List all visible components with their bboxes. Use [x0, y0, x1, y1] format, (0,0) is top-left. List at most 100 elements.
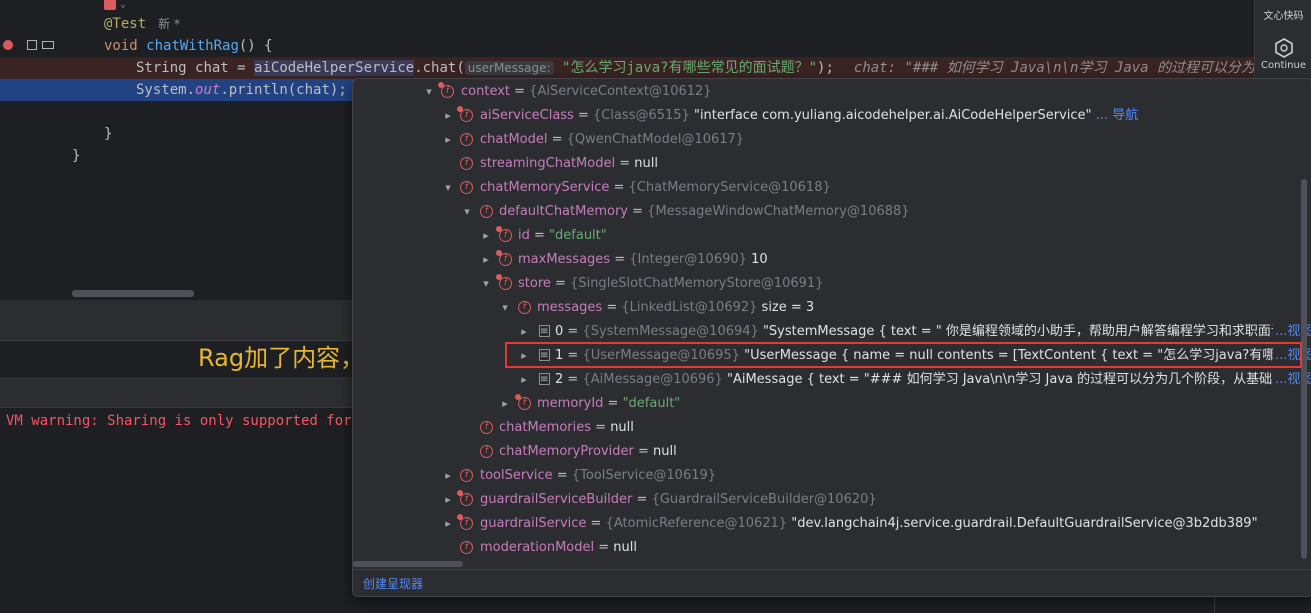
out-field: out [195, 82, 221, 98]
node-value: 10 [751, 252, 768, 267]
chevron-right-icon[interactable]: ▸ [442, 104, 454, 128]
var-chat: chat [195, 60, 229, 76]
node-name: chatMemoryService [480, 180, 610, 195]
list-element-icon: ≡ [539, 373, 550, 385]
node-ref: {SystemMessage@10694} [582, 324, 759, 339]
field-icon: f [518, 301, 531, 314]
node-name: chatMemoryProvider [499, 444, 634, 459]
node-name: moderationModel [480, 540, 595, 555]
chevron-right-icon[interactable]: ▸ [480, 248, 492, 272]
create-renderer-link[interactable]: 创建呈现器 [363, 575, 423, 592]
vm-warning-text: VM warning: Sharing is only supported fo… [6, 413, 369, 429]
field-icon: f [496, 226, 512, 242]
chevron-down-icon[interactable]: ▾ [480, 272, 492, 296]
debug-value-popup[interactable]: ▾ f context = {AiServiceContext@10612} ▸… [352, 78, 1311, 597]
highlight-box [505, 342, 1302, 368]
void-keyword: void [104, 38, 138, 54]
string-type: String [136, 60, 187, 76]
param-hint: userMessage: [464, 61, 554, 75]
field-icon: f [457, 490, 473, 506]
continue-icon [1274, 38, 1293, 58]
field-icon: f [460, 469, 473, 482]
node-name: toolService [480, 468, 553, 483]
node-ref: {Integer@10690} [629, 252, 747, 267]
node-name: chatMemories [499, 420, 592, 435]
chevron-down-icon[interactable]: ▾ [461, 200, 473, 224]
node-value: "AiMessage { text = "### 如何学习 Java\n\n学习… [726, 372, 1311, 387]
chevron-down-icon[interactable]: ▾ [442, 176, 454, 200]
node-value: null [653, 444, 677, 459]
field-icon: f [496, 274, 512, 290]
chevron-down-icon[interactable]: ▾ [499, 296, 511, 320]
chevron-right-icon[interactable]: ▸ [442, 464, 454, 488]
editor-horizontal-scrollbar[interactable] [72, 290, 194, 297]
node-name: id [518, 228, 530, 243]
node-name: maxMessages [518, 252, 611, 267]
field-icon: f [460, 541, 473, 554]
field-icon: f [457, 106, 473, 122]
field-icon: f [496, 250, 512, 266]
test-annotation: @Test [104, 16, 147, 32]
node-name: streamingChatModel [480, 156, 616, 171]
node-ref: {GuardrailServiceBuilder@10620} [651, 492, 877, 507]
chevron-right-icon[interactable]: ▸ [442, 488, 454, 512]
console-tabs-bar [0, 377, 352, 408]
arg-string: "怎么学习java?有哪些常见的面试题？" [562, 60, 818, 76]
node-ref: {MessageWindowChatMemory@10688} [647, 204, 910, 219]
run-test-icon[interactable] [104, 0, 116, 10]
editor-line-annotation: @Test 新 * [0, 13, 1254, 35]
field-icon: f [457, 514, 473, 530]
chevron-right-icon[interactable]: ▸ [499, 392, 511, 416]
field-icon: f [438, 82, 454, 98]
node-value: null [634, 156, 658, 171]
node-value: "default" [622, 396, 681, 411]
node-name: messages [537, 300, 603, 315]
node-name: 2 [555, 372, 564, 387]
navigate-link[interactable]: ... 导航 [1096, 108, 1139, 123]
node-name: guardrailServiceBuilder [480, 492, 633, 507]
node-value: size = 3 [761, 300, 815, 315]
wenxin-label: 文心快码 [1263, 11, 1304, 22]
node-ref: {AtomicReference@10621} [605, 516, 788, 531]
node-value: null [613, 540, 637, 555]
close-brace-inner: } [104, 126, 113, 142]
continue-label: Continue [1261, 60, 1306, 71]
node-value: "dev.langchain4j.service.guardrail.Defau… [791, 516, 1258, 531]
node-ref: {LinkedList@10692} [621, 300, 758, 315]
call-end: ); [817, 60, 834, 76]
popup-horizontal-scrollbar[interactable] [353, 561, 463, 567]
continue-button[interactable]: Continue [1255, 38, 1311, 71]
node-ref: {ChatMemoryService@10618} [628, 180, 831, 195]
method-name: chatWithRag [146, 38, 239, 54]
node-name: memoryId [537, 396, 604, 411]
field-icon: f [480, 445, 493, 458]
debug-toolbar [0, 300, 352, 341]
chevron-right-icon[interactable]: ▸ [518, 368, 530, 392]
chevron-right-icon[interactable]: ▸ [442, 128, 454, 152]
node-ref: {Class@6515} [593, 108, 690, 123]
wenxin-button[interactable]: 文心快码 [1255, 0, 1311, 22]
chevron-down-icon[interactable]: ▾ [423, 80, 435, 104]
node-value: "default" [549, 228, 607, 243]
field-icon: f [480, 421, 493, 434]
popup-footer: 创建呈现器 [353, 569, 1311, 596]
node-name: 0 [555, 324, 564, 339]
node-ref: {AiMessage@10696} [582, 372, 723, 387]
node-ref: {AiServiceContext@10612} [529, 84, 712, 99]
node-ref: {QwenChatModel@10617} [566, 132, 745, 147]
popup-vertical-scrollbar[interactable] [1301, 179, 1307, 559]
field-icon: f [460, 181, 473, 194]
new-badge: 新 * [158, 17, 180, 31]
node-name: aiServiceClass [480, 108, 574, 123]
system-class: System. [136, 82, 196, 98]
field-icon: f [480, 205, 493, 218]
chevron-right-icon[interactable]: ▸ [518, 320, 530, 344]
node-name: chatModel [480, 132, 548, 147]
list-element-icon: ≡ [539, 325, 550, 337]
println-call: .println(chat); [220, 82, 347, 98]
method-signature-rest: () { [238, 38, 273, 54]
editor-line-debug-icon: ⌄ [0, 0, 1254, 14]
chevron-right-icon[interactable]: ▸ [480, 224, 492, 248]
assign-op: = [228, 60, 255, 76]
chevron-right-icon[interactable]: ▸ [442, 512, 454, 536]
